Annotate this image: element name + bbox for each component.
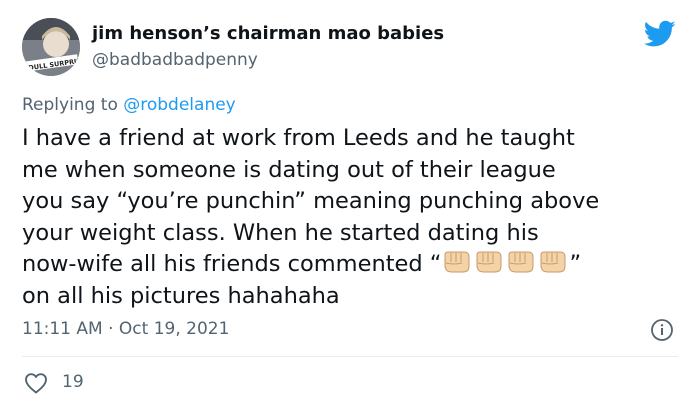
tweet-text-segment: now-wife all his friends commented “	[22, 251, 442, 278]
replying-prefix: Replying to	[22, 95, 118, 115]
user-handle[interactable]: @badbadbadpenny	[92, 50, 258, 70]
timestamp[interactable]: 11:11 AM · Oct 19, 2021	[22, 319, 229, 339]
divider	[22, 356, 678, 357]
info-icon[interactable]	[650, 318, 674, 342]
tweet-text-line: you say “you’re punchin” meaning punchin…	[22, 188, 600, 215]
display-name[interactable]: jim henson’s chairman mao babies	[92, 23, 444, 44]
tweet-text-line: your weight class. When he started datin…	[22, 219, 539, 246]
emoji-group	[441, 251, 569, 277]
oncoming-fist-emoji	[506, 250, 536, 274]
tweet-text-line: me when someone is dating out of their l…	[22, 156, 556, 183]
oncoming-fist-emoji	[538, 250, 568, 274]
twitter-bird-icon[interactable]	[644, 20, 676, 48]
tweet-text-line: now-wife all his friends commented “ ”	[22, 249, 687, 281]
like-count: 19	[62, 372, 84, 392]
heart-icon[interactable]	[24, 372, 48, 394]
closing-quote: ”	[569, 251, 582, 278]
replying-to: Replying to @robdelaney	[22, 95, 236, 115]
oncoming-fist-emoji	[442, 250, 472, 274]
tweet-text-line: on all his pictures hahahaha	[22, 282, 340, 309]
replying-to-mention[interactable]: @robdelaney	[123, 95, 236, 115]
avatar[interactable]: DULL SURPRISE	[22, 18, 80, 76]
tweet-text-line: I have a friend at work from Leeds and h…	[22, 125, 575, 151]
oncoming-fist-emoji	[474, 250, 504, 274]
tweet-text: I have a friend at work from Leeds and h…	[22, 123, 687, 313]
